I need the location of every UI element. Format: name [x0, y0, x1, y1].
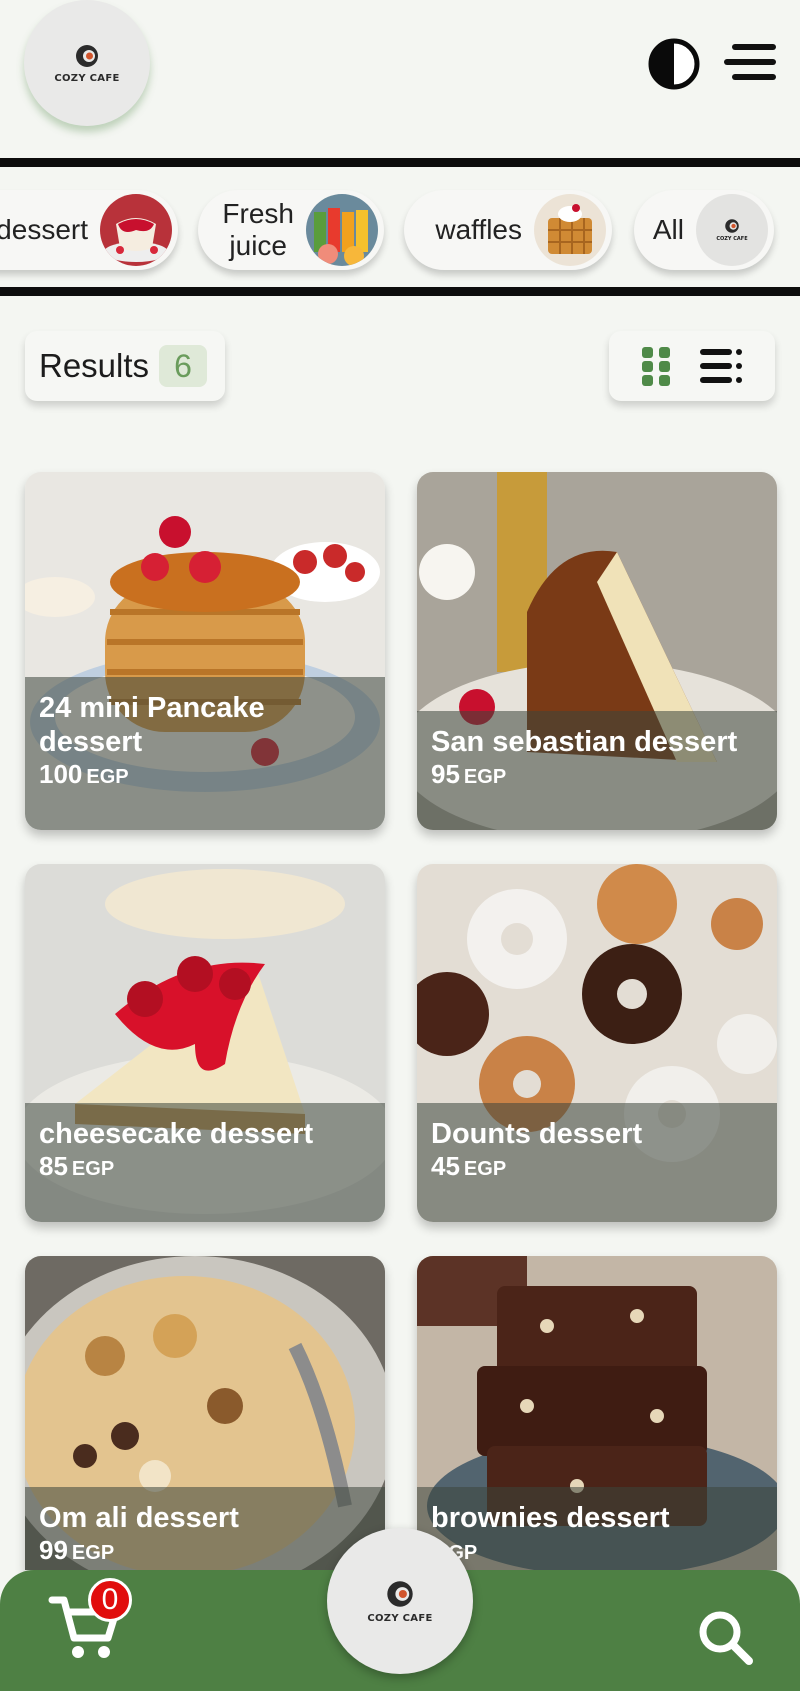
brand-name: COZY CAFE — [54, 72, 120, 84]
list-view-icon[interactable] — [700, 349, 742, 383]
product-info: Dounts dessert 45 EGP — [417, 1103, 777, 1222]
cozy-cafe-logo-icon — [76, 44, 98, 67]
product-info: 24 mini Pancake dessert 100 EGP — [25, 677, 385, 830]
category-logo-text: COZY CAFE — [716, 236, 748, 242]
home-logo-button[interactable]: COZY CAFE — [327, 1528, 473, 1674]
product-name: Dounts dessert — [431, 1118, 643, 1150]
product-price: 45 EGP — [431, 1151, 507, 1181]
cozy-cafe-logo-icon — [387, 1580, 413, 1607]
product-price: 95 EGP — [431, 759, 507, 789]
category-label: Fresh juice — [222, 198, 294, 261]
category-label: waffles — [435, 214, 522, 245]
product-price: 85 EGP — [39, 1151, 115, 1181]
contrast-icon[interactable] — [648, 38, 700, 90]
results-count-badge: 6 — [159, 345, 208, 387]
results-counter: Results 6 — [25, 331, 225, 401]
cozy-cafe-logo-icon — [725, 219, 739, 233]
product-name: San sebastian dessert — [431, 726, 738, 758]
product-card-cheesecake[interactable]: cheesecake dessert 85 EGP — [25, 864, 385, 1222]
divider-bottom — [0, 287, 800, 296]
brand-name: COZY CAFE — [367, 1612, 433, 1624]
product-card-om-ali[interactable]: Om ali dessert 99 EGP — [25, 1256, 385, 1570]
product-price: EGP — [435, 1542, 478, 1564]
product-card-brownies[interactable]: brownies dessert EGP — [417, 1256, 777, 1570]
category-dessert[interactable]: dessert — [0, 190, 178, 270]
brand-logo[interactable]: COZY CAFE — [24, 0, 150, 126]
product-name: 24 mini Pancake dessert — [39, 692, 265, 758]
category-label: dessert — [0, 214, 88, 245]
product-info: Om ali dessert 99 EGP — [25, 1487, 385, 1570]
grid-view-icon[interactable] — [642, 347, 670, 386]
view-toggle — [609, 331, 775, 401]
product-card-san-sebastian[interactable]: San sebastian dessert 95 EGP — [417, 472, 777, 830]
product-price: 100 EGP — [39, 759, 129, 789]
hamburger-icon[interactable] — [722, 38, 776, 86]
product-card-donuts[interactable]: Dounts dessert 45 EGP — [417, 864, 777, 1222]
juice-glasses-image — [306, 194, 378, 266]
results-label: Results — [39, 347, 150, 384]
waffle-image — [534, 194, 606, 266]
product-info: San sebastian dessert 95 EGP — [417, 711, 777, 830]
product-card-pancake[interactable]: 24 mini Pancake dessert 100 EGP — [25, 472, 385, 830]
category-waffles[interactable]: waffles — [404, 190, 612, 270]
search-icon[interactable] — [696, 1608, 754, 1666]
product-info: cheesecake dessert 85 EGP — [25, 1103, 385, 1222]
all-category-logo: COZY CAFE — [696, 194, 768, 266]
product-name: Om ali dessert — [39, 1502, 239, 1534]
panna-cotta-image — [100, 194, 172, 266]
cart-count-badge: 0 — [88, 1578, 132, 1622]
product-name: cheesecake dessert — [39, 1118, 314, 1150]
category-strip[interactable]: dessert Fresh juice waffles All COZY CAF… — [0, 166, 800, 288]
product-name: brownies dessert — [431, 1502, 670, 1534]
category-fresh-juice[interactable]: Fresh juice — [198, 190, 384, 270]
product-info: brownies dessert EGP — [417, 1487, 777, 1570]
category-all[interactable]: All COZY CAFE — [634, 190, 774, 270]
category-label: All — [652, 214, 684, 245]
product-price: 99 EGP — [39, 1535, 115, 1565]
